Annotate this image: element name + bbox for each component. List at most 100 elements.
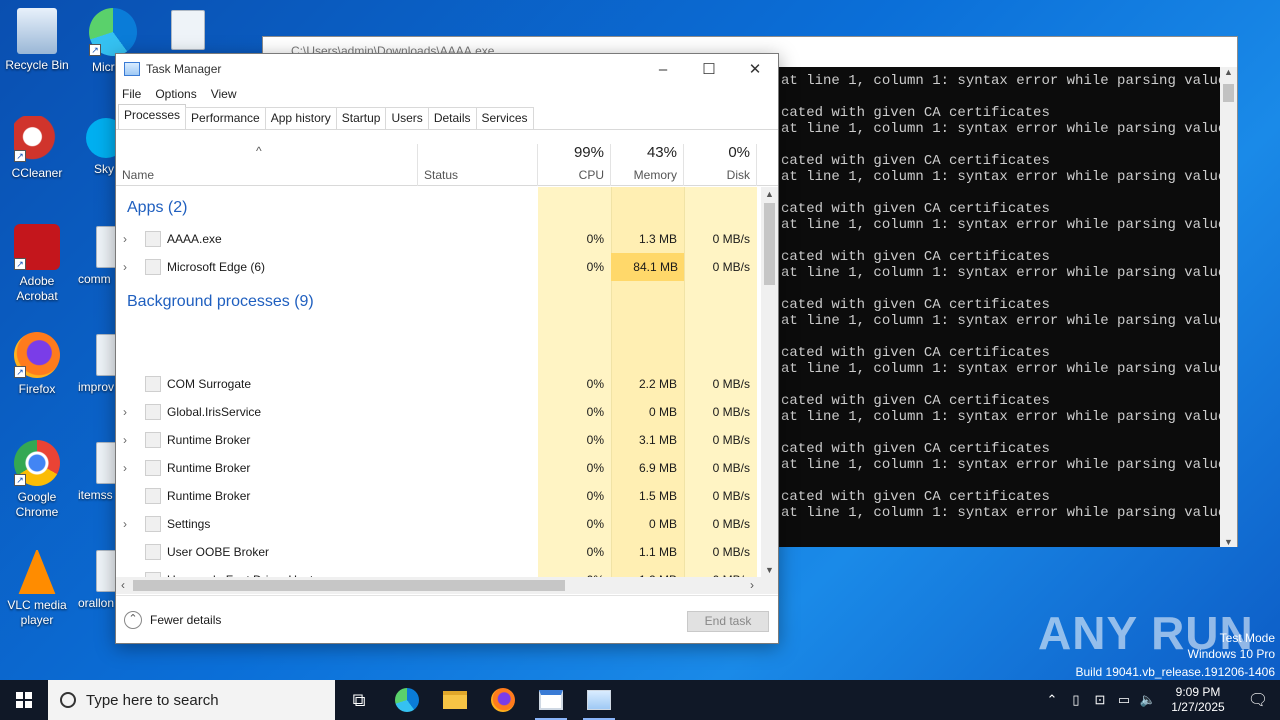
taskbar-clock[interactable]: 9:09 PM 1/27/2025 [1160, 685, 1236, 715]
desktop-icon-ccleaner[interactable]: ↗ CCleaner [0, 116, 74, 181]
close-button[interactable]: ✕ [732, 54, 778, 84]
process-row[interactable]: › Runtime Broker 0% 6.9 MB 0 MB/s [116, 454, 760, 482]
chevron-right-icon[interactable]: › [123, 232, 127, 246]
tab-performance[interactable]: Performance [185, 107, 266, 129]
tab-processes[interactable]: Processes [118, 104, 187, 129]
process-list-hscroll[interactable]: ‹ › [116, 577, 778, 594]
console-line: cated with given CA certificates [781, 153, 1050, 169]
process-row[interactable]: Usermode Font Driver Host0%1.2 MB0 MB/s [116, 566, 760, 577]
taskbar-firefox[interactable] [479, 680, 527, 720]
tablet-icon[interactable]: ▯ [1064, 692, 1088, 708]
process-cpu: 0% [586, 377, 604, 391]
console-line: at line 1, column 1: syntax error while … [781, 505, 1221, 521]
desktop-icon-firefox[interactable]: ↗ Firefox [0, 332, 74, 397]
desktop-icon-file-comm[interactable]: comm [78, 226, 118, 287]
desktop-icon-label: itemss [78, 488, 113, 502]
desktop-icon-label: orallon [78, 596, 115, 610]
scroll-up-icon[interactable]: ▲ [761, 189, 778, 199]
process-memory: 1.3 MB [638, 232, 677, 246]
process-cpu: 0% [586, 433, 604, 447]
desktop-icon-file-itemss[interactable]: itemss [78, 442, 118, 503]
tab-details[interactable]: Details [427, 107, 477, 129]
notification-icon[interactable]: 🗨 [1236, 690, 1280, 710]
network-icon[interactable]: ⊡ [1088, 692, 1112, 708]
scroll-down-icon[interactable]: ▼ [1220, 537, 1237, 547]
desktop-icon-adobe-acrobat[interactable]: ↗ Adobe Acrobat [0, 224, 74, 304]
task-manager-window[interactable]: Task Manager – ☐ ✕ File Options View Pro… [115, 53, 779, 644]
process-row[interactable]: › Microsoft Edge (6) 0% 84.1 MB 0 MB/s [116, 253, 760, 281]
column-header-disk[interactable]: 0% Disk [684, 144, 757, 186]
memory-total-percent: 43% [646, 144, 677, 161]
desktop-icon-file-improv[interactable]: improv [78, 334, 118, 395]
taskbar-console[interactable] [527, 680, 575, 720]
desktop-icon-label: comm [78, 272, 111, 286]
task-view-button[interactable]: ⧉ [335, 680, 383, 720]
console-line: cated with given CA certificates [781, 249, 1050, 265]
scroll-up-icon[interactable]: ▲ [1220, 67, 1237, 77]
end-task-button[interactable]: End task [687, 611, 769, 632]
desktop-icon-file-top[interactable] [170, 10, 206, 54]
process-cpu: 0% [586, 517, 604, 531]
scroll-left-icon[interactable]: ‹ [121, 577, 125, 594]
chevron-right-icon[interactable]: › [123, 433, 127, 447]
process-disk: 0 MB/s [712, 545, 750, 559]
process-row[interactable]: User OOBE Broker 0% 1.1 MB 0 MB/s [116, 538, 760, 566]
desktop-icon-vlc[interactable]: VLC media player [0, 548, 74, 628]
process-row[interactable]: › Global.IrisService 0% 0 MB 0 MB/s [116, 398, 760, 426]
minimize-button[interactable]: – [640, 54, 686, 84]
adobe-acrobat-icon: ↗ [14, 224, 60, 270]
menu-options[interactable]: Options [155, 87, 196, 101]
desktop-icon-google-chrome[interactable]: ↗ Google Chrome [0, 440, 74, 520]
process-cpu: 0% [586, 545, 604, 559]
start-button[interactable] [0, 680, 48, 720]
console-scrollbar[interactable]: ▲ ▼ [1220, 67, 1237, 547]
taskbar-file-explorer[interactable] [431, 680, 479, 720]
desktop-icon-recycle-bin[interactable]: Recycle Bin [0, 8, 74, 73]
taskbar-task-manager[interactable] [575, 680, 623, 720]
maximize-button[interactable]: ☐ [686, 54, 732, 84]
tab-services[interactable]: Services [475, 107, 534, 129]
battery-icon[interactable]: ▭ [1112, 692, 1136, 708]
tab-app-history[interactable]: App history [264, 107, 337, 129]
process-row[interactable]: › Settings 0% 0 MB 0 MB/s [116, 510, 760, 538]
process-row[interactable]: › AAAA.exe 0% 1.3 MB 0 MB/s [116, 225, 760, 253]
tab-startup[interactable]: Startup [335, 107, 387, 129]
taskbar-search-box[interactable]: Type here to search [48, 680, 335, 720]
process-row[interactable]: COM Surrogate 0% 2.2 MB 0 MB/s [116, 370, 760, 398]
shortcut-arrow-icon: ↗ [89, 44, 101, 56]
chevron-right-icon[interactable]: › [123, 260, 127, 274]
process-cpu: 0% [586, 405, 604, 419]
scrollbar-thumb[interactable] [1223, 84, 1234, 102]
column-header-memory[interactable]: 43% Memory [611, 144, 684, 186]
volume-icon[interactable]: 🔈 [1136, 692, 1160, 708]
desktop-icon-label: Adobe Acrobat [16, 274, 58, 303]
process-list-vscroll[interactable]: ▲ ▼ [761, 187, 778, 577]
process-disk: 0 MB/s [712, 260, 750, 274]
console-line: cated with given CA certificates [781, 441, 1050, 457]
scrollbar-thumb[interactable] [764, 203, 775, 285]
process-row[interactable]: › Runtime Broker 0% 3.1 MB 0 MB/s [116, 426, 760, 454]
menu-view[interactable]: View [211, 87, 237, 101]
task-manager-icon [124, 62, 140, 76]
disk-total-percent: 0% [728, 144, 750, 161]
tab-users[interactable]: Users [385, 107, 429, 129]
chevron-up-icon[interactable]: ⌃ [1040, 692, 1064, 708]
column-header-name[interactable]: Name [116, 144, 418, 186]
column-header-cpu[interactable]: 99% CPU [538, 144, 611, 186]
chevron-right-icon[interactable]: › [123, 461, 127, 475]
fewer-details-button[interactable]: ⌃ Fewer details [124, 611, 221, 629]
scroll-right-icon[interactable]: › [750, 577, 754, 594]
process-row[interactable]: Runtime Broker 0% 1.5 MB 0 MB/s [116, 482, 760, 510]
chevron-right-icon[interactable]: › [123, 517, 127, 531]
taskbar-edge[interactable] [383, 680, 431, 720]
desktop-icon-file-orallon[interactable]: orallon [78, 550, 118, 611]
scroll-down-icon[interactable]: ▼ [761, 565, 778, 575]
scrollbar-thumb[interactable] [133, 580, 565, 591]
column-header-status[interactable]: Status [418, 144, 538, 186]
shortcut-arrow-icon: ↗ [14, 474, 26, 486]
chevron-right-icon[interactable]: › [123, 405, 127, 419]
menu-file[interactable]: File [122, 87, 141, 101]
desktop-icon-skype[interactable]: Sky [86, 118, 116, 177]
process-name: COM Surrogate [167, 377, 252, 391]
